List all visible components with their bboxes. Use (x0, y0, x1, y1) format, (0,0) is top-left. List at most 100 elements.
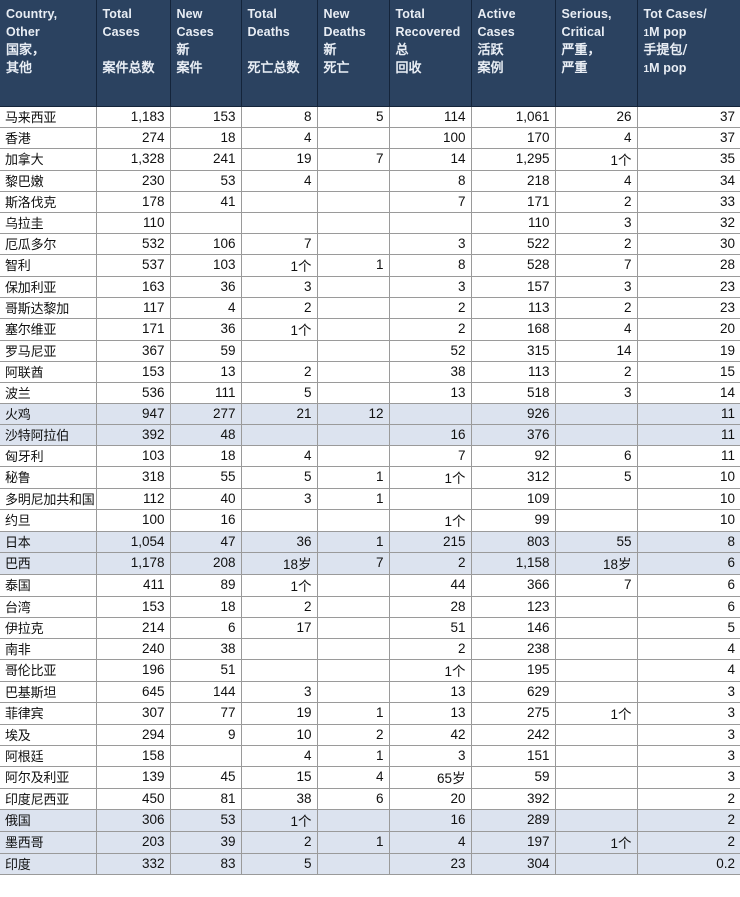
table-row[interactable]: 埃及 294 9 10 2 42 242 3 (0, 723, 740, 746)
cell-country: 厄瓜多尔 (0, 232, 97, 255)
cell-new_cases: 47 (169, 530, 242, 553)
cell-total_cases: 103 (95, 444, 171, 467)
cell-tot_cases_per_1m: 14 (636, 381, 740, 404)
table-row[interactable]: 约旦 100 16 1个 99 10 (0, 508, 740, 532)
table-row[interactable]: 智利 537 103 1个 1 8 528 7 28 (0, 253, 740, 277)
cell-active_cases: 218 (470, 169, 556, 192)
table-row[interactable]: 多明尼加共和国 112 40 3 1 109 10 (0, 487, 740, 510)
cell-serious_critical: 1个 (554, 147, 638, 171)
table-row[interactable]: 巴基斯坦 645 144 3 13 629 3 (0, 680, 740, 703)
cell-total_recovered: 1个 (388, 465, 472, 489)
table-row[interactable]: 俄国 306 53 1个 16 289 2 (0, 808, 740, 832)
cell-active_cases: 59 (470, 765, 556, 789)
table-row[interactable]: 马来西亚 1,183 153 8 5 114 1,061 26 37 (0, 105, 740, 128)
table-body: 马来西亚 1,183 153 8 5 114 1,061 26 37 香港 274 18 4 100 170… (0, 105, 740, 875)
cell-serious_critical (554, 787, 638, 810)
cell-country: 巴基斯坦 (0, 680, 97, 703)
column-header-serious_critical[interactable]: Serious, Critical 严重， 严重 (555, 0, 638, 107)
column-header-total_cases[interactable]: Total Cases 案件总数 (96, 0, 171, 107)
table-row[interactable]: 墨西哥 203 39 2 1 4 197 1个 2 (0, 830, 740, 854)
cell-country: 台湾 (0, 595, 97, 618)
cell-total_deaths: 4 (240, 744, 318, 767)
column-header-new_deaths[interactable]: New Deaths 新死亡 (317, 0, 390, 107)
cell-new_deaths (316, 508, 390, 532)
column-header-total_recovered[interactable]: Total Recovered 总回收 (389, 0, 472, 107)
cell-serious_critical: 1个 (554, 701, 638, 725)
table-row[interactable]: 台湾 153 18 2 28 123 6 (0, 595, 740, 618)
table-row[interactable]: 加拿大 1,328 241 19 7 14 1,295 1个 35 (0, 147, 740, 171)
table-row[interactable]: 哥伦比亚 196 51 1个 195 4 (0, 658, 740, 682)
cell-new_cases: 13 (169, 360, 242, 383)
table-row[interactable]: 秘鲁 318 55 5 1 1个 312 5 10 (0, 465, 740, 489)
cell-active_cases: 238 (470, 637, 556, 660)
table-row[interactable]: 罗马尼亚 367 59 52 315 14 19 (0, 339, 740, 362)
cell-new_cases: 38 (169, 637, 242, 660)
cell-total_cases: 318 (95, 465, 171, 489)
table-row[interactable]: 菲律宾 307 77 19 1 13 275 1个 3 (0, 701, 740, 725)
cell-new_cases: 36 (169, 317, 242, 341)
table-row[interactable]: 匈牙利 103 18 4 7 92 6 11 (0, 444, 740, 467)
column-header-country[interactable]: Country, Other 国家， 其他 (0, 0, 97, 107)
table-row[interactable]: 阿尔及利亚 139 45 15 4 65岁 59 3 (0, 765, 740, 789)
header-line: Country, (6, 7, 58, 21)
cell-serious_critical (554, 508, 638, 532)
cell-tot_cases_per_1m: 3 (636, 765, 740, 789)
cell-new_deaths (316, 637, 390, 660)
column-header-tot_cases_per_1m[interactable]: Tot Cases/1M pop 手提包/1M pop (637, 0, 740, 107)
cell-new_deaths: 5 (316, 105, 390, 128)
table-row[interactable]: 巴西 1,178 208 18岁 7 2 1,158 18岁 6 (0, 551, 740, 575)
cell-total_cases: 1,183 (95, 105, 171, 128)
table-row[interactable]: 印度 332 83 5 23 304 0.2 (0, 852, 740, 875)
header-line: Cases (477, 24, 515, 39)
table-row[interactable]: 火鸡 947 277 21 12 926 11 (0, 402, 740, 425)
cell-total_deaths: 10 (240, 723, 318, 746)
table-row[interactable]: 厄瓜多尔 532 106 7 3 522 2 30 (0, 232, 740, 255)
table-row[interactable]: 香港 274 18 4 100 170 4 37 (0, 126, 740, 149)
cell-new_deaths (316, 595, 390, 618)
cell-total_cases: 153 (95, 595, 171, 618)
cell-country: 泰国 (0, 573, 97, 597)
table-row[interactable]: 乌拉圭 110 110 3 32 (0, 211, 740, 234)
table-row[interactable]: 日本 1,054 47 36 1 215 803 55 8 (0, 530, 740, 553)
cell-total_deaths: 21 (240, 402, 318, 425)
table-row[interactable]: 斯洛伐克 178 41 7 171 2 33 (0, 190, 740, 213)
table-row[interactable]: 波兰 536 111 5 13 518 3 14 (0, 381, 740, 404)
table-row[interactable]: 南非 240 38 2 238 4 (0, 637, 740, 660)
cell-serious_critical (554, 744, 638, 767)
table-row[interactable]: 阿联酋 153 13 2 38 113 2 15 (0, 360, 740, 383)
cell-total_cases: 112 (95, 487, 171, 510)
cell-active_cases: 392 (470, 787, 556, 810)
cell-total_deaths (240, 658, 318, 682)
column-header-total_deaths[interactable]: Total Deaths 死亡总数 (241, 0, 318, 107)
cell-new_cases: 208 (169, 551, 242, 575)
table-row[interactable]: 伊拉克 214 6 17 51 146 5 (0, 616, 740, 639)
cell-new_deaths (316, 232, 390, 255)
table-row[interactable]: 印度尼西亚 450 81 38 6 20 392 2 (0, 787, 740, 810)
table-row[interactable]: 保加利亚 163 36 3 3 157 3 23 (0, 275, 740, 298)
table-row[interactable]: 黎巴嫩 230 53 4 8 218 4 34 (0, 169, 740, 192)
table-row[interactable]: 泰国 411 89 1个 44 366 7 6 (0, 573, 740, 597)
cell-total_recovered: 4 (388, 830, 472, 854)
table-row[interactable]: 哥斯达黎加 117 4 2 2 113 2 23 (0, 296, 740, 319)
table-row[interactable]: 阿根廷 158 4 1 3 151 3 (0, 744, 740, 767)
column-header-active_cases[interactable]: Active Cases 活跃 案例 (471, 0, 556, 107)
cell-serious_critical (554, 637, 638, 660)
cell-active_cases: 275 (470, 701, 556, 725)
cell-serious_critical (554, 487, 638, 510)
cell-total_cases: 1,178 (95, 551, 171, 575)
cell-total_recovered: 215 (388, 530, 472, 553)
cell-new_deaths (316, 126, 390, 149)
column-header-new_cases[interactable]: New Cases 新案件 (170, 0, 242, 107)
cell-active_cases: 110 (470, 211, 556, 234)
header-line: Tot Cases/ (643, 7, 707, 21)
cell-serious_critical (554, 616, 638, 639)
table-row[interactable]: 沙特阿拉伯 392 48 16 376 11 (0, 423, 740, 446)
cell-serious_critical: 2 (554, 190, 638, 213)
header-line: Cases (102, 24, 140, 39)
cell-total_recovered: 2 (388, 296, 472, 319)
cell-total_deaths: 1个 (240, 253, 318, 277)
cell-country: 智利 (0, 253, 97, 277)
cell-new_cases: 41 (169, 190, 242, 213)
table-row[interactable]: 塞尔维亚 171 36 1个 2 168 4 20 (0, 317, 740, 341)
cell-country: 阿根廷 (0, 744, 97, 767)
